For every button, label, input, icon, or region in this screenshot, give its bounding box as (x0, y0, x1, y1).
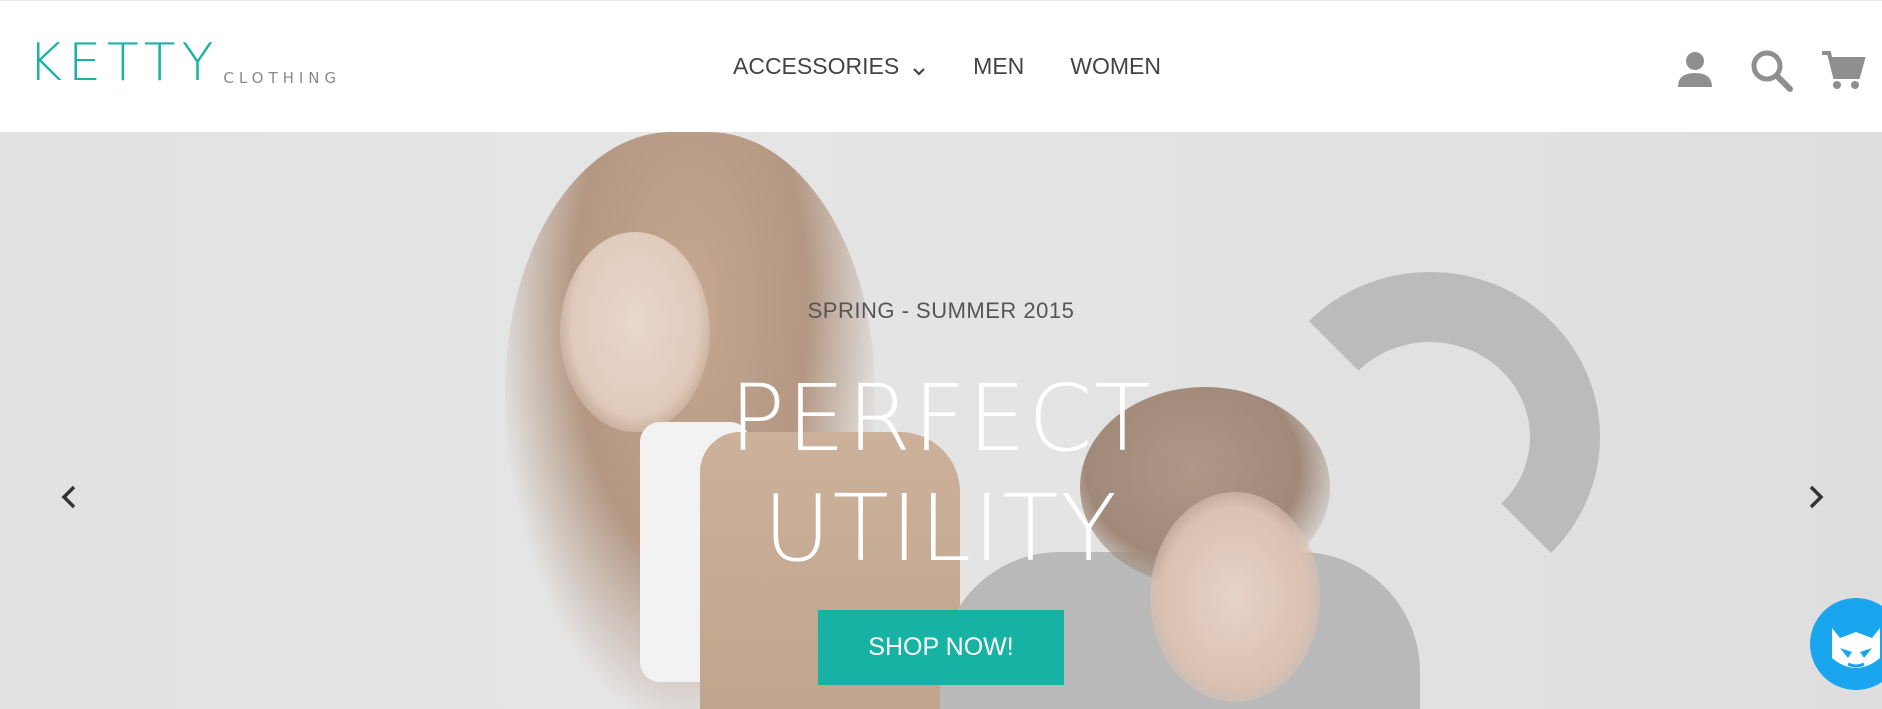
nav-item-label: ACCESSORIES (733, 53, 900, 79)
header-actions (1662, 47, 1882, 93)
account-button[interactable] (1672, 47, 1718, 93)
nav-item-accessories[interactable]: ACCESSORIES (733, 53, 927, 80)
mascot-icon (1810, 628, 1882, 694)
nav-item-label: MEN (973, 53, 1025, 79)
search-icon (1748, 50, 1794, 97)
slide-headline: PERFECT UTILITY (0, 364, 1882, 584)
user-icon (1672, 52, 1718, 97)
headline-line: UTILITY (763, 475, 1119, 582)
logo-tagline: CLOTHING (223, 69, 342, 87)
site-header: KETTY CLOTHING ACCESSORIES MEN WOMEN (0, 0, 1882, 132)
slide-season: SPRING - SUMMER 2015 (807, 298, 1075, 323)
chevron-down-icon (911, 59, 927, 76)
main-nav: ACCESSORIES MEN WOMEN (733, 53, 1161, 80)
nav-item-women[interactable]: WOMEN (1070, 53, 1161, 80)
prev-slide-button[interactable] (50, 477, 90, 517)
headline-line: PERFECT (729, 365, 1153, 472)
next-slide-button[interactable] (1795, 477, 1835, 517)
chevron-left-icon (50, 485, 90, 521)
logo-name: KETTY (28, 33, 220, 93)
logo[interactable]: KETTY CLOTHING (28, 37, 341, 89)
shop-now-button[interactable]: SHOP NOW! (818, 610, 1064, 685)
nav-item-men[interactable]: MEN (973, 53, 1024, 80)
nav-item-label: WOMEN (1070, 53, 1161, 79)
cart-button[interactable] (1820, 47, 1866, 93)
cart-icon (1820, 51, 1866, 97)
chat-widget-button[interactable] (1810, 598, 1882, 690)
chevron-right-icon (1795, 485, 1835, 521)
search-button[interactable] (1748, 47, 1794, 93)
hero-slider: SPRING - SUMMER 2015 PERFECT UTILITY SHO… (0, 132, 1882, 709)
